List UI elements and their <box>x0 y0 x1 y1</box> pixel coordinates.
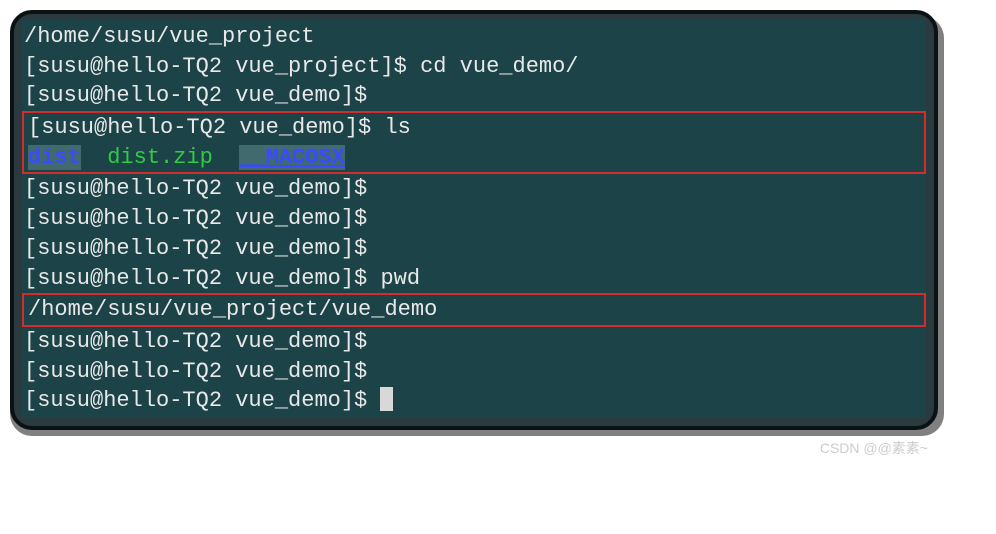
prompt-line: [susu@hello-TQ2 vue_demo]$ <box>22 204 926 234</box>
cursor-icon <box>380 387 393 411</box>
prompt: [susu@hello-TQ2 vue_demo]$ <box>24 359 380 384</box>
watermark-text: CSDN @@素素~ <box>820 438 928 458</box>
ls-output-line: dist dist.zip __MACOSX <box>26 143 922 173</box>
prompt: [susu@hello-TQ2 vue_demo]$ <box>24 236 380 261</box>
prompt: [susu@hello-TQ2 vue_demo]$ <box>24 176 380 201</box>
prompt: [susu@hello-TQ2 vue_project]$ <box>24 54 420 79</box>
prompt-line: [susu@hello-TQ2 vue_demo]$ <box>22 174 926 204</box>
prompt-line: [susu@hello-TQ2 vue_demo]$ <box>22 386 926 416</box>
prompt-line: [susu@hello-TQ2 vue_demo]$ ls <box>26 113 922 143</box>
highlighted-block-ls: [susu@hello-TQ2 vue_demo]$ ls dist dist.… <box>22 111 926 174</box>
output-line: /home/susu/vue_project <box>22 22 926 52</box>
prompt-line: [susu@hello-TQ2 vue_demo]$ <box>22 81 926 111</box>
dir-entry: __MACOSX <box>239 145 345 170</box>
command-text: ls <box>384 115 410 140</box>
prompt-line: [susu@hello-TQ2 vue_demo]$ pwd <box>22 264 926 294</box>
prompt-line: [susu@hello-TQ2 vue_demo]$ <box>22 327 926 357</box>
prompt: [susu@hello-TQ2 vue_demo]$ <box>24 388 380 413</box>
prompt-line: [susu@hello-TQ2 vue_project]$ cd vue_dem… <box>22 52 926 82</box>
highlighted-block-pwd: /home/susu/vue_project/vue_demo <box>22 293 926 327</box>
file-entry: dist.zip <box>107 145 213 170</box>
terminal-window: /home/susu/vue_project [susu@hello-TQ2 v… <box>10 10 938 430</box>
prompt: [susu@hello-TQ2 vue_demo]$ <box>24 206 380 231</box>
output-line: /home/susu/vue_project/vue_demo <box>26 295 922 325</box>
prompt: [susu@hello-TQ2 vue_demo]$ <box>28 115 384 140</box>
prompt-line: [susu@hello-TQ2 vue_demo]$ <box>22 357 926 387</box>
prompt: [susu@hello-TQ2 vue_demo]$ <box>24 329 380 354</box>
command-text: pwd <box>380 266 420 291</box>
prompt: [susu@hello-TQ2 vue_demo]$ <box>24 83 380 108</box>
dir-entry: dist <box>28 145 81 170</box>
path-text: /home/susu/vue_project/vue_demo <box>28 297 437 322</box>
command-text: cd vue_demo/ <box>420 54 578 79</box>
path-text: /home/susu/vue_project <box>24 24 314 49</box>
prompt-line: [susu@hello-TQ2 vue_demo]$ <box>22 234 926 264</box>
prompt: [susu@hello-TQ2 vue_demo]$ <box>24 266 380 291</box>
terminal-content[interactable]: /home/susu/vue_project [susu@hello-TQ2 v… <box>22 20 926 418</box>
